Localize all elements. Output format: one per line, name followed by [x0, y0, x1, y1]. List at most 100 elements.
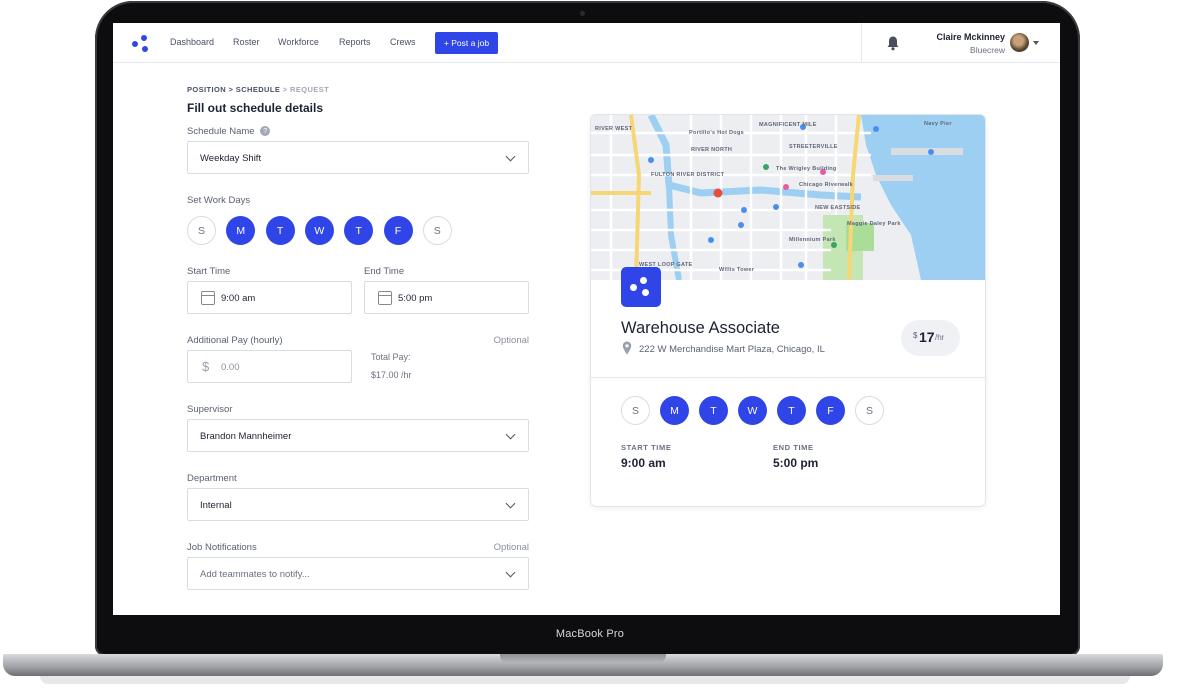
page-title: Fill out schedule details — [187, 101, 324, 115]
work-days-label: Set Work Days — [187, 195, 251, 206]
schedule-name-label: Schedule Name ? — [187, 126, 271, 137]
laptop-notch — [500, 654, 666, 663]
top-nav: Dashboard Roster Workforce Reports Crews… — [113, 23, 1060, 63]
bell-icon[interactable] — [886, 35, 900, 51]
user-name: Claire Mckinney — [936, 32, 1005, 42]
nav-link-reports[interactable]: Reports — [339, 37, 371, 47]
card-work-day: M — [660, 396, 689, 425]
location-map[interactable]: RIVER WEST MAGNIFICENT MILE STREETERVILLE R… — [591, 115, 985, 280]
map-label: Maggie Daley Park — [847, 221, 901, 227]
work-day-toggle[interactable]: T — [344, 216, 374, 245]
department-label: Department — [187, 473, 237, 484]
map-label: Navy Pier — [924, 121, 952, 127]
map-label: RIVER WEST — [595, 126, 633, 132]
map-label: RIVER NORTH — [691, 147, 733, 153]
calendar-icon — [201, 291, 215, 305]
avatar[interactable] — [1010, 33, 1029, 52]
job-preview-card: RIVER WEST MAGNIFICENT MILE STREETERVILLE R… — [590, 114, 986, 507]
additional-pay-placeholder: 0.00 — [221, 362, 240, 373]
notifications-optional: Optional — [493, 542, 529, 553]
work-day-toggle[interactable]: W — [304, 216, 334, 245]
card-work-day: S — [621, 396, 650, 425]
nav-link-workforce[interactable]: Workforce — [278, 37, 319, 47]
map-label: FULTON RIVER DISTRICT — [651, 172, 725, 178]
nav-link-crews[interactable]: Crews — [390, 37, 416, 47]
map-label: MAGNIFICENT MILE — [759, 122, 817, 128]
app-screen: Dashboard Roster Workforce Reports Crews… — [113, 23, 1060, 615]
post-job-button[interactable]: + Post a job — [435, 32, 498, 54]
card-work-day: F — [816, 396, 845, 425]
company-logo-icon — [621, 267, 661, 307]
card-start-time-value: 9:00 am — [621, 456, 666, 470]
start-time-label: Start Time — [187, 266, 231, 277]
additional-pay-optional: Optional — [493, 335, 529, 346]
additional-pay-label: Additional Pay (hourly) — [187, 335, 283, 346]
total-pay-value: $17.00 /hr — [371, 370, 412, 380]
work-day-toggle[interactable]: M — [226, 216, 256, 245]
rate-currency: $ — [913, 331, 918, 340]
laptop-shadow — [40, 676, 1130, 684]
end-time-input[interactable]: 5:00 pm — [364, 281, 529, 314]
device-label: MacBook Pro — [555, 628, 625, 640]
department-value: Internal — [200, 500, 232, 511]
card-work-day: T — [777, 396, 806, 425]
map-graphic — [591, 115, 985, 280]
dollar-icon: $ — [202, 359, 210, 374]
end-time-label: End Time — [364, 266, 405, 277]
notifications-label: Job Notifications — [187, 542, 257, 553]
nav-divider — [861, 23, 862, 63]
map-label: Portillo's Hot Dogs — [689, 130, 744, 136]
map-label: The Wrigley Building — [776, 166, 837, 172]
job-address: 222 W Merchandise Mart Plaza, Chicago, I… — [639, 344, 825, 355]
user-org: Bluecrew — [970, 45, 1005, 55]
location-pin-icon — [622, 341, 632, 355]
card-work-day: S — [855, 396, 884, 425]
camera-icon — [580, 11, 585, 16]
map-label: STREETERVILLE — [789, 144, 838, 150]
rate-amount: 17 — [919, 329, 935, 345]
card-divider — [591, 377, 985, 378]
schedule-name-value: Weekday Shift — [200, 153, 262, 164]
total-pay-label: Total Pay: — [371, 352, 411, 362]
breadcrumb-separator: > — [228, 85, 234, 94]
start-time-value: 9:00 am — [221, 293, 256, 304]
breadcrumb-step-position[interactable]: POSITION — [187, 85, 226, 94]
additional-pay-input[interactable]: $ 0.00 — [187, 350, 352, 383]
map-label: Chicago Riverwalk — [799, 182, 854, 188]
notifications-placeholder: Add teammates to notify... — [200, 569, 310, 580]
breadcrumb-separator: > — [282, 85, 288, 94]
chevron-down-icon — [505, 429, 516, 440]
work-day-toggle[interactable]: T — [265, 216, 295, 245]
department-select[interactable]: Internal — [187, 488, 529, 521]
breadcrumb-step-request: REQUEST — [290, 85, 330, 94]
nav-link-dashboard[interactable]: Dashboard — [170, 37, 214, 47]
map-label: NEW EASTSIDE — [815, 205, 861, 211]
work-day-toggle[interactable]: F — [383, 216, 413, 245]
supervisor-select[interactable]: Brandon Mannheimer — [187, 419, 529, 452]
end-time-value: 5:00 pm — [398, 293, 433, 304]
schedule-name-select[interactable]: Weekday Shift — [187, 141, 529, 174]
breadcrumb-step-schedule: SCHEDULE — [235, 85, 281, 94]
help-icon[interactable]: ? — [260, 126, 271, 137]
card-end-time-value: 5:00 pm — [773, 456, 819, 470]
chevron-down-icon[interactable] — [1033, 41, 1039, 45]
map-label: Millennium Park — [789, 237, 836, 243]
work-day-toggle[interactable]: S — [422, 216, 452, 245]
pay-rate-badge: $ 17 /hr — [901, 320, 960, 356]
breadcrumb: POSITION > SCHEDULE > REQUEST — [187, 85, 329, 94]
chevron-down-icon — [505, 567, 516, 578]
bluecrew-logo-icon[interactable] — [132, 33, 154, 55]
nav-link-roster[interactable]: Roster — [233, 37, 260, 47]
chevron-down-icon — [505, 151, 516, 162]
supervisor-value: Brandon Mannheimer — [200, 431, 292, 442]
supervisor-label: Supervisor — [187, 404, 233, 415]
start-time-input[interactable]: 9:00 am — [187, 281, 352, 314]
work-day-toggle[interactable]: S — [187, 216, 216, 245]
card-end-time-label: END TIME — [773, 443, 814, 452]
chevron-down-icon — [505, 498, 516, 509]
rate-unit: /hr — [935, 333, 945, 342]
map-label: Willis Tower — [719, 267, 755, 273]
card-work-day: W — [738, 396, 767, 425]
card-work-day: T — [699, 396, 728, 425]
notifications-select[interactable]: Add teammates to notify... — [187, 557, 529, 590]
